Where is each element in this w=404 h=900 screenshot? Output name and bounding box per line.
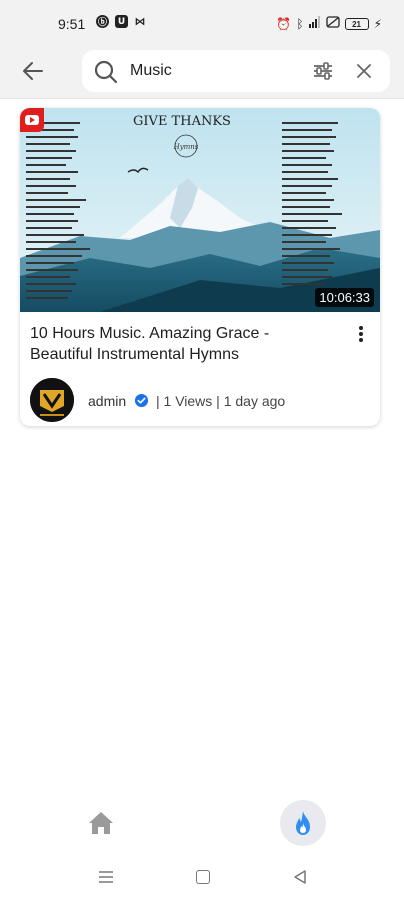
home-icon [89,812,113,834]
youtube-icon [20,108,44,132]
notification-u-icon: U [115,15,128,28]
channel-logo [30,378,74,422]
search-icon [94,60,118,84]
thumbnail-heading: GIVE THANKS [133,114,231,129]
search-header: Music [0,44,404,98]
nav-home-button[interactable] [86,808,116,838]
nav-trending-button[interactable] [280,800,326,846]
system-home-icon[interactable] [196,870,210,884]
fire-icon [296,811,310,835]
bottom-navigation [0,796,404,852]
header-divider [0,98,404,99]
video-thumbnail[interactable]: GIVE THANKS Hymns 10:06:33 [20,108,380,312]
status-notification-icons: ⓑ U ⋈ [96,15,146,28]
charging-icon: ⚡ [373,16,382,31]
search-bar[interactable]: Music [82,50,390,92]
filter-sliders-icon[interactable] [312,60,334,82]
thumbnail-logo-text: Hymns [173,143,199,151]
close-icon[interactable] [354,61,374,81]
wifi-off-icon [325,15,340,33]
back-button[interactable] [18,56,48,86]
recent-apps-icon[interactable] [98,870,114,884]
signal-icon [308,15,321,33]
video-meta: | 1 Views | 1 day ago [156,393,286,409]
channel-avatar[interactable] [30,378,74,422]
status-bar: 9:51 ⓑ U ⋈ ⏰ ᛒ 21 ⚡ [0,0,404,44]
notification-b-icon: ⓑ [96,15,109,28]
alarm-icon: ⏰ [276,16,292,31]
thumbnail-artwork: GIVE THANKS Hymns [20,108,380,312]
system-navigation-bar [0,856,404,900]
video-result-card[interactable]: GIVE THANKS Hymns 10:06:33 10 Hours Musi… [20,108,380,426]
video-duration: 10:06:33 [315,288,374,307]
arrow-left-icon [23,62,43,80]
system-back-icon[interactable] [292,869,308,885]
battery-indicator: 21 [344,18,369,30]
verified-badge-icon [134,393,149,408]
bluetooth-icon: ᛒ [296,16,304,31]
status-system-icons: ⏰ ᛒ 21 ⚡ [276,15,382,33]
search-input[interactable]: Music [130,62,172,80]
notification-bowtie-icon: ⋈ [134,15,146,28]
video-title[interactable]: 10 Hours Music. Amazing Grace - Beautifu… [30,323,330,365]
status-time: 9:51 [58,16,86,32]
author-name[interactable]: admin [88,393,126,409]
more-options-icon[interactable] [356,324,366,344]
